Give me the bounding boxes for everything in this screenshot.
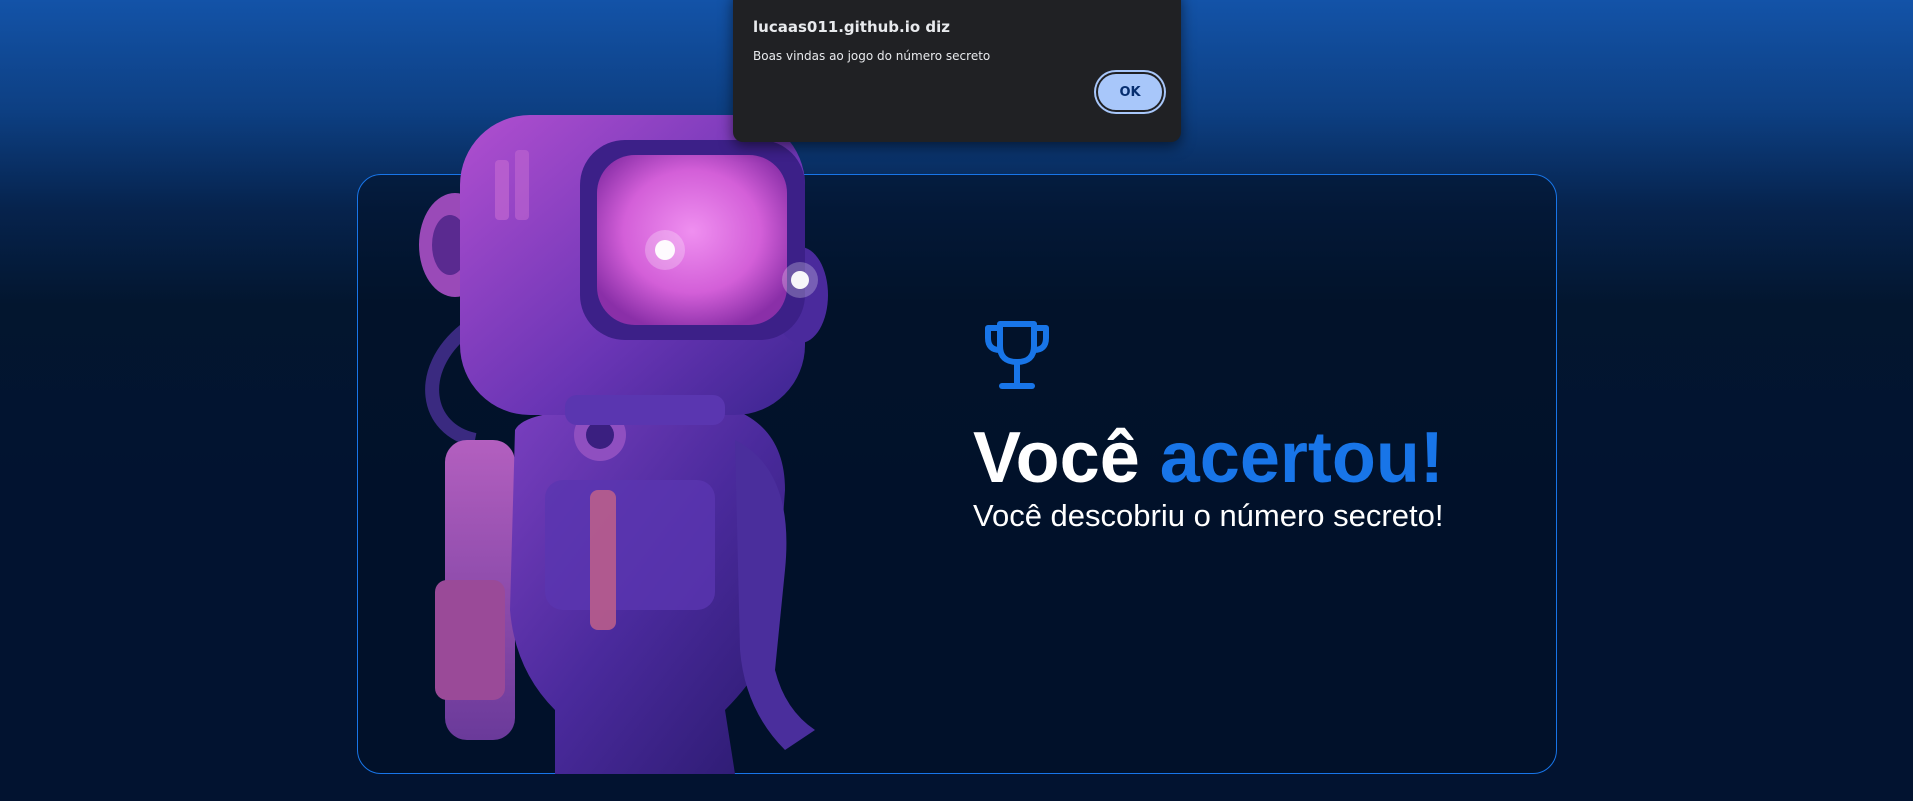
- page-title: Você acertou!: [973, 418, 1533, 498]
- title-prefix: Você: [973, 418, 1140, 498]
- result-subtitle: Você descobriu o número secreto!: [973, 498, 1444, 533]
- alert-dialog: lucaas011.github.io diz Boas vindas ao j…: [733, 0, 1181, 142]
- title-accent: acertou!: [1159, 418, 1444, 498]
- astronaut-illustration: [419, 115, 828, 774]
- result-panel: Você acertou! Você descobriu o número se…: [973, 320, 1533, 534]
- trophy-icon: [985, 321, 1049, 389]
- dialog-origin: lucaas011.github.io diz: [753, 18, 951, 36]
- ok-button[interactable]: OK: [1096, 72, 1164, 112]
- dialog-message: Boas vindas ao jogo do número secreto: [753, 49, 991, 63]
